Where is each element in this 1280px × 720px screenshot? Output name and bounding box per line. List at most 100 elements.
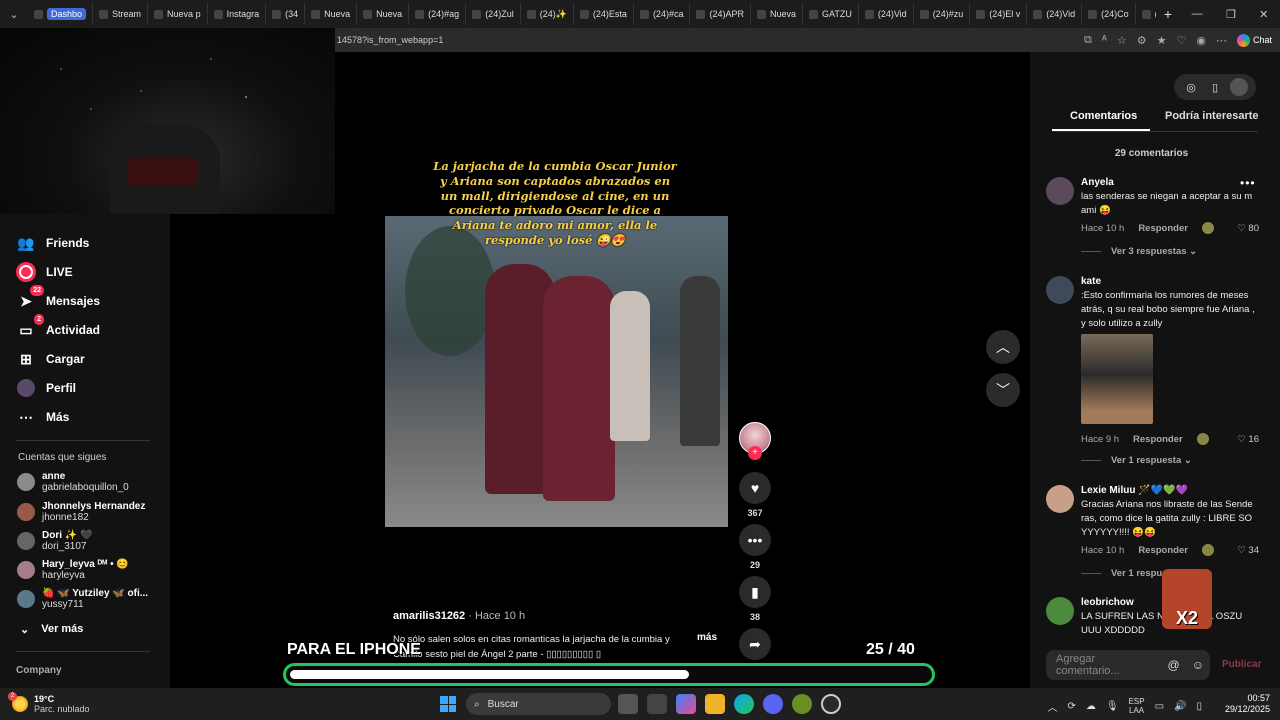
address-bar[interactable]: 14578?is_from_webapp=1 ⧉ ᴬ ☆ ⚙ ★ ♡ ◉ ⋯ C…: [335, 28, 1280, 52]
nav-activity[interactable]: ▭ 2 Actividad: [16, 314, 100, 340]
browser-tab[interactable]: (24)#ag: [409, 3, 467, 25]
following-account[interactable]: anne gabrielaboquillon_0: [17, 471, 129, 493]
nav-friends[interactable]: 👥 Friends: [16, 233, 89, 253]
video-player[interactable]: La jarjacha de la cumbia Oscar Junior y …: [335, 52, 1030, 688]
open-in-app-icon[interactable]: ⧉: [1084, 34, 1092, 47]
reply-button[interactable]: Responder: [1138, 223, 1188, 234]
comment-button[interactable]: ••• 29: [739, 524, 771, 570]
copilot-icon[interactable]: [676, 694, 696, 714]
browser-tab[interactable]: (24)APR: [690, 3, 751, 25]
following-account[interactable]: 🍓 🦋 Yutziley 🦋 ofi... yussy711: [17, 588, 148, 610]
settings-menu-icon[interactable]: ⋯: [1216, 34, 1227, 47]
browser-tab[interactable]: Nueva: [305, 3, 358, 25]
close-window-button[interactable]: ✕: [1259, 8, 1268, 21]
reply-button[interactable]: Responder: [1133, 434, 1183, 445]
browser-tab[interactable]: (34: [266, 3, 306, 25]
microphone-icon[interactable]: 🎙: [1106, 701, 1119, 712]
task-view-icon[interactable]: [618, 694, 638, 714]
nav-profile[interactable]: Perfil: [16, 378, 76, 398]
comment-username[interactable]: Anyela: [1081, 177, 1259, 188]
publish-button[interactable]: Publicar: [1222, 659, 1261, 670]
comment-username[interactable]: Lexie Miluu 🪄💙💚💜: [1081, 485, 1259, 496]
tab-might-interest[interactable]: Podría interesarte: [1165, 110, 1259, 122]
obs-icon[interactable]: [821, 694, 841, 714]
profile-icon[interactable]: ◉: [1196, 34, 1206, 47]
mobile-icon[interactable]: ▯: [1206, 78, 1224, 96]
browser-tab[interactable]: Instagra: [208, 3, 267, 25]
taskbar-search[interactable]: ⌕ Buscar: [466, 693, 611, 715]
input-language[interactable]: ESP LAA: [1129, 697, 1145, 715]
browser-tab[interactable]: (24)Vid: [1027, 3, 1083, 25]
avatar[interactable]: [1230, 78, 1248, 96]
browser-tab[interactable]: (24)Co: [1082, 3, 1136, 25]
comment-like-button[interactable]: ♡ 34: [1237, 545, 1259, 556]
view-replies-button[interactable]: Ver 1 respuesta ⌄: [1081, 455, 1192, 466]
nav-upload[interactable]: ⊞ Cargar: [16, 349, 85, 369]
edge-icon[interactable]: [734, 694, 754, 714]
video-frame[interactable]: [385, 216, 728, 527]
battery-icon[interactable]: ▯: [1196, 701, 1202, 712]
favorite-star-icon[interactable]: ☆: [1117, 34, 1127, 47]
tray-overflow-icon[interactable]: ︿: [1047, 699, 1057, 714]
maximize-button[interactable]: ❐: [1226, 8, 1236, 21]
nav-messages[interactable]: ➤ 22 Mensajes: [16, 285, 100, 311]
new-tab-button[interactable]: +: [1156, 6, 1180, 22]
compass-icon[interactable]: ◎: [1182, 78, 1200, 96]
extensions-icon[interactable]: ⚙: [1137, 34, 1147, 47]
browser-tab[interactable]: (24)#ca: [634, 3, 691, 25]
browser-essentials-icon[interactable]: ♡: [1177, 34, 1187, 47]
following-account[interactable]: Dori ✨ 🖤 dori_3107: [17, 530, 92, 552]
browser-tab[interactable]: Nueva: [357, 3, 410, 25]
reply-button[interactable]: Responder: [1138, 545, 1188, 556]
view-replies-button[interactable]: Ver 3 respuestas ⌄: [1081, 246, 1197, 257]
tab-actions-menu[interactable]: ⌄: [0, 8, 28, 21]
avatar[interactable]: [1046, 597, 1074, 625]
favorites-icon[interactable]: ★: [1157, 34, 1167, 47]
avatar[interactable]: [1046, 177, 1074, 205]
previous-video-button[interactable]: ︿: [986, 330, 1020, 364]
volume-icon[interactable]: 🔊: [1174, 701, 1186, 712]
browser-tab[interactable]: Nueva: [751, 3, 803, 25]
copilot-chat-button[interactable]: Chat: [1236, 33, 1272, 47]
file-explorer-icon[interactable]: [705, 694, 725, 714]
emoji-icon[interactable]: ☺: [1192, 658, 1204, 672]
browser-tab[interactable]: Stream: [93, 3, 149, 25]
following-account[interactable]: Jhonnelys Hernandez jhonne182: [17, 501, 145, 523]
weather-widget[interactable]: 2 19°C Parc. nublado: [8, 692, 132, 714]
taskbar-clock[interactable]: 00:57 29/12/2025: [1225, 693, 1270, 715]
tab-comments[interactable]: Comentarios: [1070, 110, 1137, 122]
url-text[interactable]: 14578?is_from_webapp=1: [337, 35, 1084, 45]
browser-tab[interactable]: (24)#zu: [914, 3, 971, 25]
add-comment-input[interactable]: Agregar comentario... @ ☺: [1046, 650, 1210, 680]
see-more-button[interactable]: ⌄ Ver más: [20, 623, 83, 636]
follow-plus-button[interactable]: +: [748, 446, 762, 460]
minimize-button[interactable]: —: [1192, 8, 1203, 21]
save-button[interactable]: ▮ 38: [739, 576, 771, 622]
comment-image[interactable]: [1081, 334, 1153, 424]
company-link[interactable]: Company: [16, 665, 62, 676]
cloud-icon[interactable]: ☁: [1086, 701, 1096, 712]
like-button[interactable]: ♥ 367: [739, 472, 771, 518]
browser-tab[interactable]: (24)El v: [970, 3, 1028, 25]
browser-tab[interactable]: GATZU: [803, 3, 859, 25]
browser-tab[interactable]: Nueva p: [148, 3, 208, 25]
comment-like-button[interactable]: ♡ 80: [1237, 223, 1259, 234]
sync-icon[interactable]: ⟳: [1067, 701, 1075, 712]
app-icon[interactable]: [792, 694, 812, 714]
browser-tab[interactable]: (24)Vid: [859, 3, 914, 25]
browser-tab[interactable]: (24)✨: [521, 3, 574, 25]
browser-tab[interactable]: (24)Esta: [574, 3, 634, 25]
view-replies-button[interactable]: Ver 1 respu: [1081, 568, 1162, 579]
comment-like-button[interactable]: ♡ 16: [1237, 434, 1259, 445]
nav-more[interactable]: ⋯ Más: [16, 407, 69, 427]
browser-tab[interactable]: (24)Zul: [466, 3, 521, 25]
mention-icon[interactable]: @: [1168, 658, 1180, 672]
following-account[interactable]: Hary_leyva ᴰᴹ • 😊 haryleyva: [17, 559, 129, 581]
avatar[interactable]: [1046, 276, 1074, 304]
store-icon[interactable]: [647, 694, 667, 714]
video-author[interactable]: amarilis31262 · Hace 10 h: [393, 610, 525, 622]
network-icon[interactable]: ▭: [1155, 701, 1164, 712]
translate-icon[interactable]: ᴬ: [1102, 34, 1107, 46]
comment-username[interactable]: kate: [1081, 276, 1259, 287]
nav-live[interactable]: LIVE: [16, 262, 73, 282]
